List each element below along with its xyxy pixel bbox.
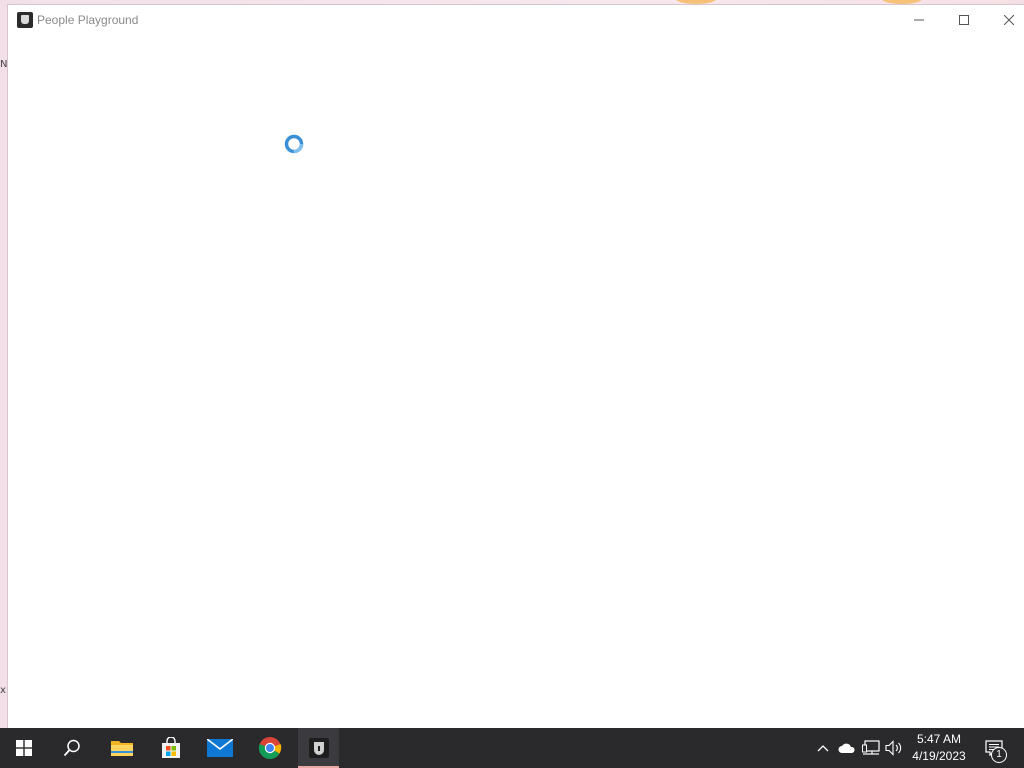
mail-button[interactable]	[196, 728, 244, 768]
network-icon	[862, 740, 880, 755]
app-client-area[interactable]	[8, 35, 1024, 729]
chevron-up-icon	[817, 745, 829, 752]
show-hidden-icons-button[interactable]	[814, 728, 832, 768]
store-icon	[162, 737, 180, 758]
chrome-button[interactable]	[246, 728, 294, 768]
taskbar-clock[interactable]: 5:47 AM 4/19/2023	[906, 731, 972, 765]
folder-icon	[111, 741, 133, 756]
maximize-button[interactable]	[941, 5, 987, 35]
volume-tray-button[interactable]	[884, 728, 904, 768]
windows-logo-icon	[16, 740, 32, 756]
chrome-icon	[258, 737, 282, 759]
microsoft-store-button[interactable]	[147, 728, 195, 768]
onedrive-tray-button[interactable]	[836, 728, 858, 768]
close-icon	[1004, 15, 1014, 25]
search-icon	[63, 739, 80, 757]
close-button[interactable]	[986, 5, 1024, 35]
notification-count-badge: 1	[991, 747, 1007, 763]
network-tray-button[interactable]	[861, 728, 881, 768]
speaker-icon	[885, 740, 902, 756]
mail-icon	[207, 739, 233, 757]
taskbar: 5:47 AM 4/19/2023	[0, 728, 1024, 768]
file-explorer-button[interactable]	[98, 728, 146, 768]
people-playground-app-icon[interactable]	[17, 12, 33, 28]
minimize-button[interactable]	[896, 5, 942, 35]
loading-spinner-icon	[284, 134, 304, 154]
clock-time: 5:47 AM	[916, 732, 962, 746]
cloud-icon	[838, 743, 855, 753]
app-window: People Playground	[7, 4, 1024, 729]
maximize-icon	[959, 15, 969, 25]
search-button[interactable]	[48, 728, 96, 768]
title-bar[interactable]: People Playground	[8, 5, 1024, 35]
people-playground-taskbar-button[interactable]	[298, 728, 339, 768]
clock-date: 4/19/2023	[912, 749, 966, 763]
people-playground-icon	[308, 738, 329, 758]
start-button[interactable]	[0, 728, 48, 768]
minimize-icon	[914, 19, 924, 21]
window-title: People Playground	[37, 13, 139, 27]
